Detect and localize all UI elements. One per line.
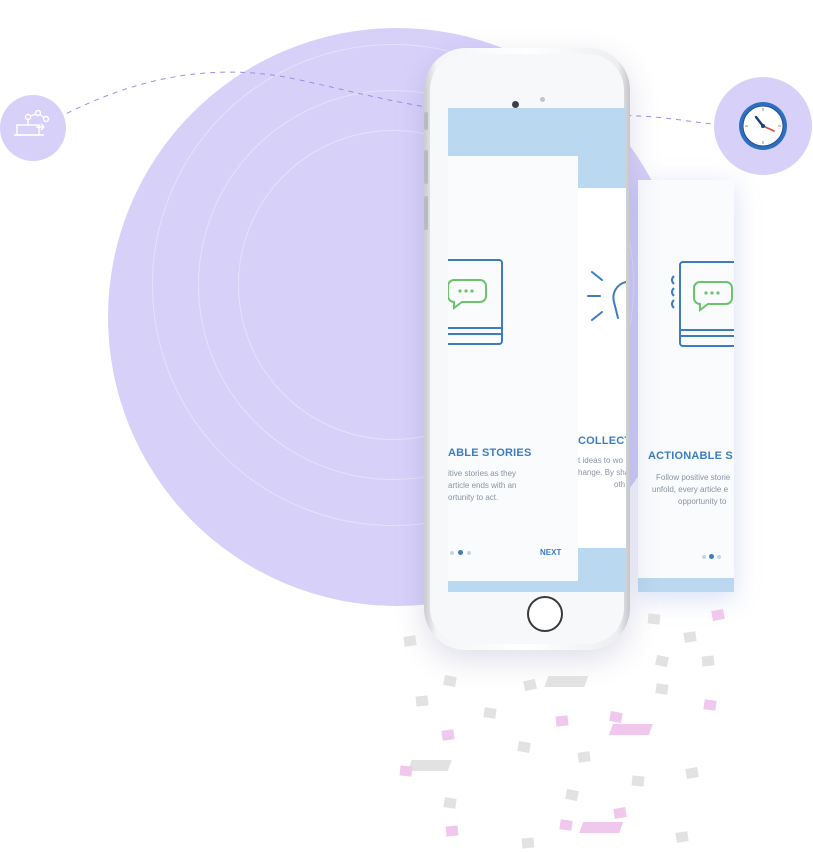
floating-card-line-1: Follow positive storie (656, 473, 731, 482)
side-card-line-3: oth (614, 480, 626, 489)
main-page-dot-3[interactable] (467, 551, 471, 555)
lightbulb-icon (587, 271, 626, 321)
workflow-icon (14, 109, 50, 136)
confetti-decoration (399, 609, 725, 849)
side-card-line-1: t ideas to wo (578, 456, 623, 465)
floating-page-dot-2[interactable] (709, 554, 714, 559)
right-feature-bubble (714, 77, 812, 175)
dashed-connector (57, 71, 717, 125)
notebook-chat-icon (448, 259, 503, 345)
phone-mute-switch (424, 112, 428, 130)
floating-page-dot-3[interactable] (717, 555, 721, 559)
front-camera (512, 101, 519, 108)
main-page-dot-1[interactable] (450, 551, 454, 555)
main-card-line-1: itive stories as they (448, 469, 517, 478)
floating-onboarding-card: ACTIONABLE S Follow positive storie unfo… (638, 180, 734, 592)
side-card-line-2: hange. By sha (578, 468, 626, 477)
main-page-dot-2[interactable] (458, 550, 463, 555)
onboarding-card-main: ABLE STORIES itive stories as they artic… (448, 156, 578, 581)
main-card-line-2: article ends with an (448, 481, 517, 490)
floating-card-title: ACTIONABLE S (648, 450, 733, 462)
phone-volume-up (424, 150, 428, 184)
clock-icon (739, 102, 787, 150)
main-card-title: ABLE STORIES (448, 447, 532, 459)
floating-card-band (638, 578, 734, 592)
floating-card-panel (638, 180, 734, 578)
floating-card-line-2: unfold, every article e (652, 485, 729, 494)
floating-page-dot-1[interactable] (702, 555, 706, 559)
main-card-line-3: ortunity to act. (448, 493, 499, 502)
left-feature-bubble (0, 95, 66, 161)
proximity-sensor (540, 97, 545, 102)
phone-screen: ABLE STORIES itive stories as they artic… (448, 108, 626, 592)
onboarding-card-side: COLLECT t ideas to wo hange. By sha oth (578, 188, 626, 548)
next-button[interactable]: NEXT (540, 548, 561, 557)
phone-volume-down (424, 196, 428, 230)
side-card-title: COLLECT (578, 435, 626, 447)
notebook-chat-icon (671, 261, 734, 347)
floating-card-line-3: opportunity to (678, 497, 727, 506)
